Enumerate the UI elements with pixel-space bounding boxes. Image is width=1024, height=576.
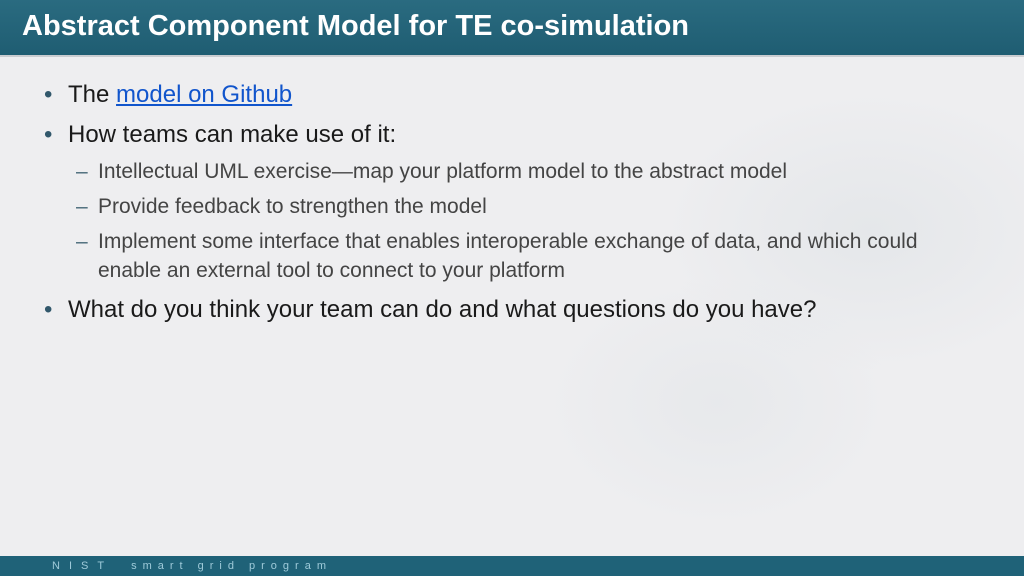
bullet-item-howteams: How teams can make use of it: Intellectu… <box>40 119 984 285</box>
sub-bullet-text: Provide feedback to strengthen the model <box>98 195 487 218</box>
footer-org: NIST <box>52 560 113 572</box>
footer-bar: NIST smart grid program <box>0 556 1024 576</box>
sub-bullet-item: Provide feedback to strengthen the model <box>68 193 984 222</box>
bullet-text: What do you think your team can do and w… <box>68 296 816 323</box>
slide-title: Abstract Component Model for TE co-simul… <box>22 10 689 42</box>
bullet-text-prefix: The <box>68 81 116 108</box>
footer-program: smart grid program <box>131 560 332 572</box>
sub-bullet-text: Implement some interface that enables in… <box>98 230 918 282</box>
bullet-item-github: The model on Github <box>40 79 984 111</box>
sub-bullet-list: Intellectual UML exercise—map your platf… <box>68 158 984 286</box>
github-link[interactable]: model on Github <box>116 81 292 108</box>
bullet-list: The model on Github How teams can make u… <box>40 79 984 326</box>
bullet-item-question: What do you think your team can do and w… <box>40 294 984 326</box>
slide-content: The model on Github How teams can make u… <box>0 57 1024 326</box>
sub-bullet-item: Intellectual UML exercise—map your platf… <box>68 158 984 187</box>
bullet-text: How teams can make use of it: <box>68 121 396 148</box>
sub-bullet-text: Intellectual UML exercise—map your platf… <box>98 160 787 183</box>
sub-bullet-item: Implement some interface that enables in… <box>68 228 984 286</box>
slide-title-bar: Abstract Component Model for TE co-simul… <box>0 0 1024 57</box>
